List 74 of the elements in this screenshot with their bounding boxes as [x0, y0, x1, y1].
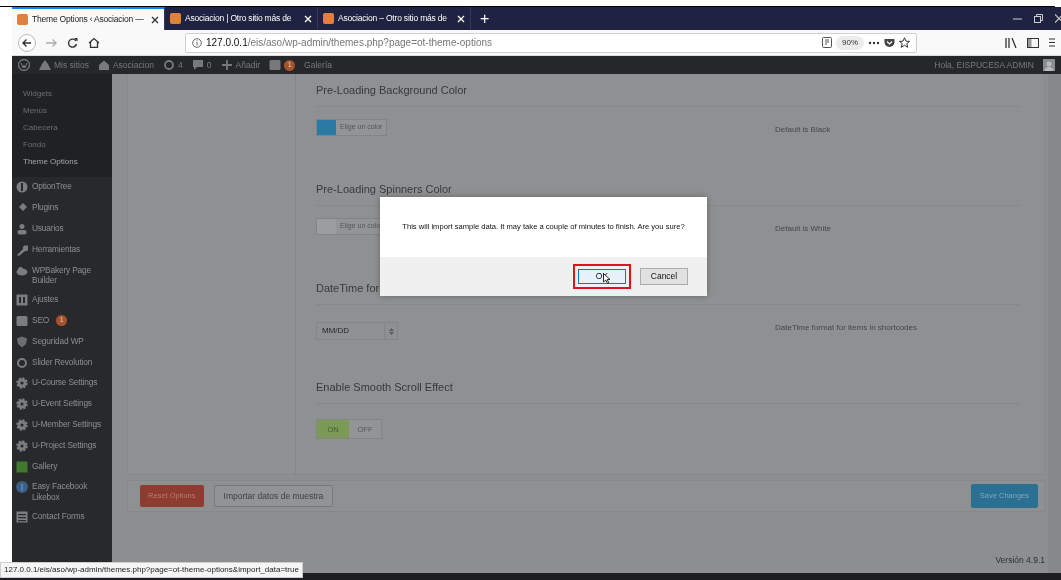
setting-heading: Enable Smooth Scroll Effect [316, 371, 1020, 404]
import-button[interactable]: Importar datos de muestra [213, 484, 334, 508]
greeting-link[interactable]: Hola, EISPUCESA ADMIN [934, 58, 1034, 72]
menu-item[interactable]: Easy Facebook Likebox [32, 481, 108, 503]
favicon-icon [17, 14, 28, 25]
refresh-icon [163, 59, 176, 71]
menu-item[interactable]: OptionTree [32, 181, 72, 192]
reader-view-icon[interactable] [822, 37, 832, 48]
toolbar-link[interactable]: 0 [191, 58, 212, 72]
menu-item[interactable]: Slider Revolution [32, 356, 93, 368]
submenu-item[interactable]: Menús [12, 103, 112, 120]
menu-item[interactable]: Plugins [32, 202, 59, 213]
back-icon[interactable] [18, 33, 36, 52]
shield-icon [16, 335, 28, 348]
home-icon[interactable] [88, 37, 100, 48]
status-url: 127.0.0.1/eis/aso/wp-admin/themes.php?page=ot-theme-options&import_data=true [0, 562, 303, 578]
gear-icon [16, 419, 28, 431]
menu-icon[interactable] [1049, 38, 1055, 47]
more-icon[interactable] [868, 40, 880, 45]
submenu-item[interactable]: Cabecera [12, 120, 112, 137]
star-icon[interactable] [899, 37, 910, 48]
menu-item[interactable]: SEO [32, 315, 50, 326]
info-icon [192, 37, 202, 48]
toolbar-link[interactable]: Galería [304, 58, 332, 72]
menu-item[interactable]: U-Member Settings [32, 419, 101, 430]
favicon-icon [323, 13, 334, 24]
library-icon[interactable] [1005, 37, 1017, 48]
dialog-button[interactable]: Cancel [640, 268, 688, 285]
submenu-item[interactable]: Fondo [12, 137, 112, 154]
new-tab-button[interactable]: + [471, 7, 499, 30]
menu-item[interactable]: U-Project Settings [32, 439, 97, 451]
updown-icon [388, 327, 394, 335]
address-bar[interactable]: 127.0.0.1/eis/aso/wp-admin/themes.php?page=ot-theme-options 90% [185, 32, 917, 53]
gear-icon [16, 377, 28, 390]
toolbar-link[interactable]: Añadir [220, 58, 261, 72]
menu-item[interactable]: U-Event Settings [32, 398, 92, 409]
menu-item[interactable]: Gallery [32, 460, 58, 472]
restore-icon[interactable] [1034, 14, 1043, 23]
gallery-icon [16, 460, 28, 473]
menu-item[interactable]: U-Course Settings [32, 377, 98, 388]
url-text: 127.0.0.1/eis/aso/wp-admin/themes.php?page=ot-theme-options [206, 36, 493, 50]
menu-item[interactable]: Seguridad WP [32, 335, 84, 347]
home-icon [97, 59, 110, 71]
submenu-item[interactable]: Theme Options [12, 154, 112, 171]
wordpress-icon[interactable] [18, 59, 30, 71]
menu-item[interactable]: Usuarios [32, 222, 64, 234]
submenu-item[interactable]: Widgets [12, 86, 112, 103]
cloud-icon [16, 264, 28, 277]
menu-item[interactable]: Ajustes [32, 294, 59, 305]
plus-icon [220, 59, 233, 71]
browser-tab[interactable]: Theme Options ‹ Asociacion — [12, 7, 165, 30]
refresh-icon [16, 356, 28, 369]
menu-item[interactable]: Herramientas [32, 243, 80, 255]
menu-item[interactable]: Contact Forms [32, 511, 85, 522]
gear-icon [16, 439, 28, 452]
close-icon[interactable] [151, 15, 159, 24]
sites-icon [39, 59, 51, 71]
form-icon [16, 511, 28, 524]
date-format-select[interactable]: MM/DD [316, 322, 398, 340]
reload-icon[interactable] [67, 37, 78, 48]
toolbar-link[interactable]: Mis sitios [39, 58, 89, 72]
gear-icon [16, 398, 28, 411]
toolbar-link[interactable]: 4 [163, 58, 183, 72]
zoom-level[interactable]: 90% [836, 35, 864, 50]
setting-heading: Pre-Loading Background Color [316, 74, 1020, 107]
pocket-icon[interactable] [884, 37, 895, 48]
comment-icon [191, 59, 204, 71]
wrench-icon [16, 243, 28, 256]
user-icon [16, 222, 28, 235]
favicon-icon [170, 13, 181, 24]
toolbar-link[interactable]: Asociacion [97, 58, 155, 72]
facebook-icon [16, 481, 28, 494]
sidebar-icon[interactable] [1027, 37, 1039, 48]
menu-item[interactable]: WPBakery Page Builder [32, 264, 108, 286]
